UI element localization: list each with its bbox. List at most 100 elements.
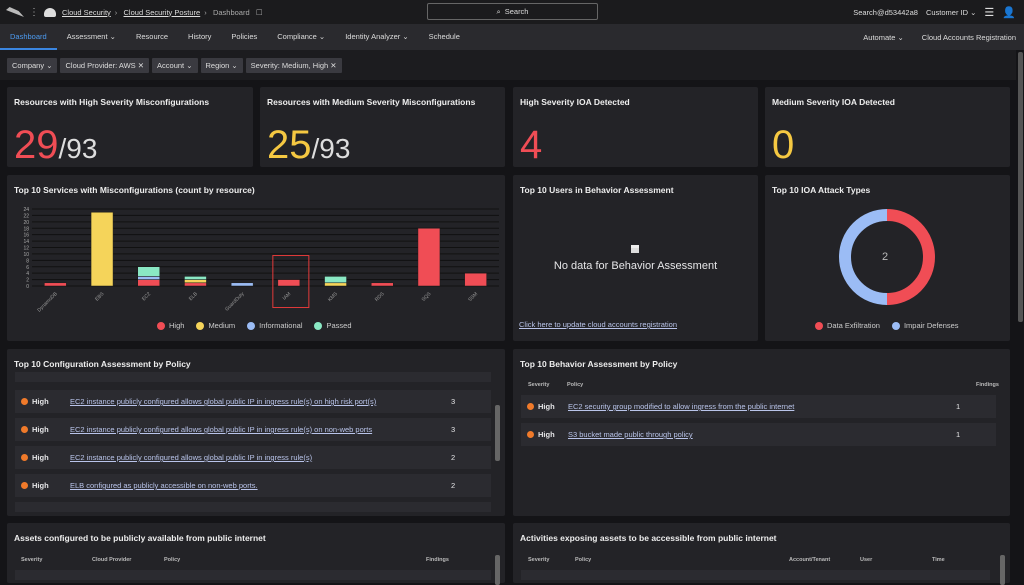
page-scrollbar[interactable] [1018, 52, 1023, 322]
bar-rds-high[interactable] [371, 282, 394, 287]
kpi-high-ioa[interactable]: High Severity IOA Detected 4 [513, 87, 758, 167]
config-scrollbar[interactable] [495, 405, 500, 461]
bar-sqs-high[interactable] [417, 228, 441, 287]
tab-compliance[interactable]: Compliance ⌄ [267, 24, 335, 50]
search-input[interactable]: ⌕ Search [427, 3, 598, 20]
kpi-medium-misconfig[interactable]: Resources with Medium Severity Misconfig… [260, 87, 505, 167]
legend-passed[interactable]: Passed [314, 321, 352, 331]
table-icon [631, 245, 639, 253]
assets-scrollbar[interactable] [495, 555, 500, 585]
policy-link[interactable]: EC2 instance publicly configured allows … [70, 453, 451, 462]
bar-elb-medium[interactable] [184, 279, 207, 284]
automate-menu[interactable]: Automate ⌄ [863, 33, 903, 42]
tab-dashboard[interactable]: Dashboard [0, 24, 57, 50]
severity-high-icon [21, 398, 28, 405]
legend-high[interactable]: High [157, 321, 184, 331]
kpi-medium-ioa[interactable]: Medium Severity IOA Detected 0 [765, 87, 1010, 167]
donut-slice-impair-defenses[interactable] [839, 209, 888, 305]
bar-ec2-informational[interactable] [137, 276, 160, 280]
tab-schedule[interactable]: Schedule [419, 24, 470, 50]
donut-slice-data-exfiltration[interactable] [886, 209, 935, 305]
table-row: High S3 bucket made public through policy… [521, 423, 996, 446]
card-title: Activities exposing assets to be accessi… [520, 533, 777, 543]
customer-id-dropdown[interactable]: Customer ID ⌄ [926, 8, 976, 17]
x-tick-label: IAM [282, 291, 293, 302]
y-tick-label: 18 [23, 226, 29, 232]
bar-ec2-passed[interactable] [137, 266, 160, 277]
filter-region[interactable]: Region ⌄ [200, 57, 243, 73]
user-id[interactable]: Search@d53442a8 [853, 8, 918, 17]
bar-iam-high[interactable] [277, 279, 301, 287]
activities-scrollbar[interactable] [1000, 555, 1005, 585]
bookmark-icon[interactable]: ☐ [256, 8, 263, 17]
policy-link[interactable]: EC2 instance publicly configured allows … [70, 425, 451, 434]
tab-identity-analyzer[interactable]: Identity Analyzer ⌄ [335, 24, 418, 50]
column-header: Severity [528, 557, 550, 563]
y-tick-label: 20 [23, 220, 29, 226]
filter-company[interactable]: Company ⌄ [7, 57, 58, 73]
policy-link[interactable]: EC2 security group modified to allow ing… [568, 402, 956, 411]
bar-dynamodb-high[interactable] [44, 282, 67, 287]
policy-link[interactable]: EC2 instance publicly configured allows … [70, 397, 451, 406]
severity-label: High [32, 397, 49, 406]
kpi-total: /93 [311, 133, 351, 164]
breadcrumb-cloud-security[interactable]: Cloud Security [62, 8, 111, 17]
update-registration-link[interactable]: Click here to update cloud accounts regi… [519, 320, 677, 329]
severity-high-icon [21, 426, 28, 433]
customer-id-label: Customer ID [925, 7, 969, 17]
column-header: Time [932, 557, 945, 563]
policy-link[interactable]: S3 bucket made public through policy [568, 430, 956, 439]
policy-link[interactable]: ELB configured as publicly accessible on… [70, 481, 451, 490]
kpi-title: High Severity IOA Detected [520, 97, 630, 107]
bar-kms-medium[interactable] [324, 282, 347, 287]
tab-label: Identity Analyzer [345, 32, 401, 41]
y-tick-label: 4 [26, 271, 29, 277]
bar-guardduty-informational[interactable] [230, 282, 254, 287]
bar-kms-passed[interactable] [324, 276, 347, 284]
bar-ebs-medium[interactable] [90, 211, 114, 287]
tab-assessment[interactable]: Assessment ⌄ [57, 24, 126, 50]
filter-account[interactable]: Account ⌄ [152, 57, 198, 73]
x-tick-label: EC2 [141, 291, 152, 302]
legend-informational[interactable]: Informational [247, 321, 302, 331]
tab-history[interactable]: History [178, 24, 221, 50]
table-row-partial [15, 502, 491, 512]
falcon-logo[interactable] [6, 7, 24, 17]
y-tick-label: 22 [23, 213, 29, 219]
notifications-icon[interactable]: ☰ [984, 6, 994, 19]
automate-label: Automate [863, 32, 896, 42]
breadcrumb: Cloud Security › Cloud Security Posture › … [62, 8, 267, 17]
cloud-accounts-registration-link[interactable]: Cloud Accounts Registration [922, 33, 1016, 42]
breadcrumb-dashboard: Dashboard [212, 7, 250, 17]
x-tick-label: KMS [327, 291, 339, 303]
tab-policies[interactable]: Policies [221, 24, 267, 50]
severity-label: High [538, 402, 555, 411]
y-tick-label: 24 [23, 207, 29, 213]
kpi-value: 29 [14, 123, 59, 167]
legend-impair-defenses[interactable]: Impair Defenses [891, 321, 959, 331]
kpi-title: Medium Severity IOA Detected [772, 97, 895, 107]
bar-elb-high[interactable] [184, 282, 207, 287]
card-title: Top 10 Users in Behavior Assessment [520, 185, 674, 195]
menu-dots-icon[interactable]: ⋮ [29, 7, 39, 18]
filter-cloud-provider[interactable]: Cloud Provider: AWS ✕ [60, 57, 150, 73]
card-title: Assets configured to be publicly availab… [14, 533, 266, 543]
bar-elb-passed[interactable] [184, 276, 207, 280]
empty-state-text: No data for Behavior Assessment [553, 260, 718, 272]
y-tick-label: 14 [23, 239, 29, 245]
bar-ec2-high[interactable] [137, 279, 160, 287]
kpi-high-misconfig[interactable]: Resources with High Severity Misconfigur… [7, 87, 253, 167]
legend-medium[interactable]: Medium [196, 321, 235, 331]
breadcrumb-cloud-security-posture[interactable]: Cloud Security Posture [124, 8, 201, 17]
filter-severity[interactable]: Severity: Medium, High ✕ [245, 57, 342, 73]
search-placeholder: Search [504, 7, 529, 16]
column-header: Severity [21, 557, 43, 563]
tab-resource[interactable]: Resource [126, 24, 178, 50]
legend-data-exfiltration[interactable]: Data Exfiltration [815, 321, 880, 331]
x-tick-label: RDS [374, 291, 386, 303]
user-avatar-icon[interactable]: 👤 [1002, 6, 1016, 19]
bar-ssm-high[interactable] [464, 272, 487, 287]
table-row-partial [15, 372, 491, 382]
severity-high-icon [21, 454, 28, 461]
findings-count: 3 [451, 425, 456, 434]
